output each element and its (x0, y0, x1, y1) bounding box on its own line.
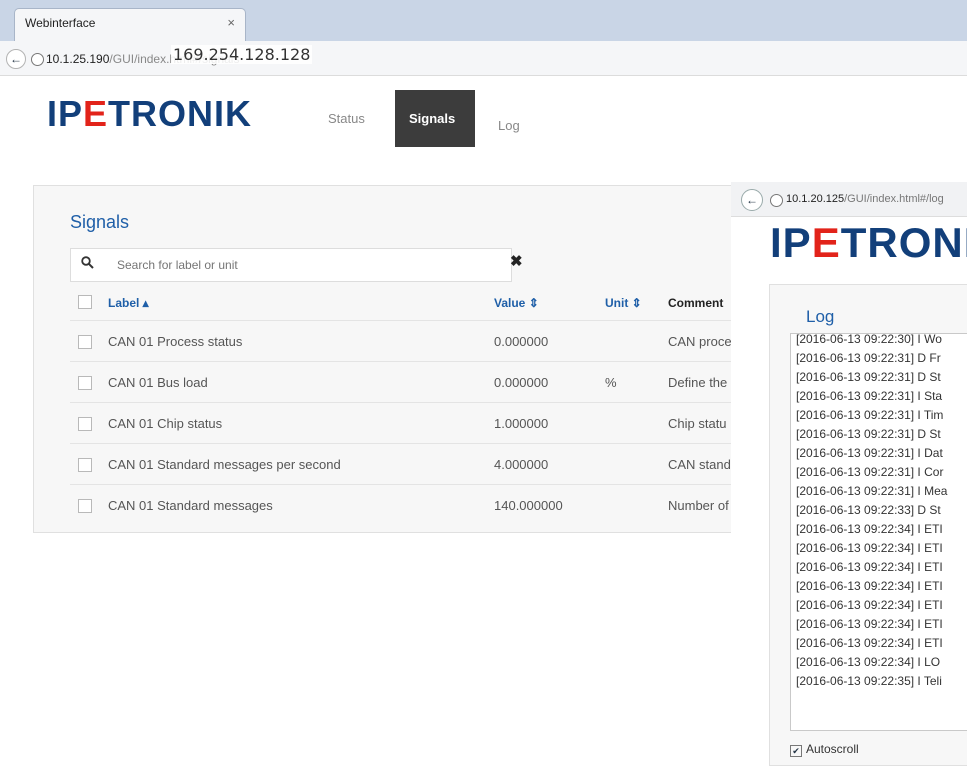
panel-title: Signals (70, 212, 130, 232)
signal-unit: % (605, 375, 617, 390)
log-address-bar: ← 10.1.20.125/GUI/index.html#/log (731, 182, 967, 217)
table-row[interactable]: CAN 01 Bus load 0.000000 % Define the (70, 361, 744, 403)
table-row[interactable]: CAN 01 Chip status 1.000000 Chip statu (70, 402, 744, 444)
log-line: [2016-06-13 09:22:34] I ETI (796, 617, 943, 631)
signals-panel: Signals ✖ Label ▴ Value ⇕ Unit ⇕ Comment… (33, 185, 745, 533)
signal-value: 1.000000 (494, 416, 549, 431)
address-bar: ← 10.1.25.190/GUI/index.html#/signals (0, 41, 967, 76)
globe-icon (31, 53, 44, 66)
signal-label: CAN 01 Bus load (108, 375, 208, 390)
log-line: [2016-06-13 09:22:31] D Fr (796, 351, 941, 365)
globe-icon (770, 194, 783, 207)
ip-address-overlay: 169.254.128.128 (171, 45, 313, 64)
signal-value: 0.000000 (494, 375, 549, 390)
browser-tab[interactable]: Webinterface × (14, 8, 246, 43)
table-row[interactable]: CAN 01 Standard messages 140.000000 Numb… (70, 484, 744, 526)
ipetronik-logo: IPETRONIK (47, 93, 253, 134)
ipetronik-logo: IPETRONI (770, 219, 967, 266)
log-textarea[interactable]: [2016-06-13 09:22:30] I Wo [2016-06-13 0… (790, 333, 967, 731)
column-header-label[interactable]: Label ▴ (108, 296, 149, 310)
select-all-checkbox[interactable] (78, 295, 92, 309)
signal-value: 140.000000 (494, 498, 563, 513)
log-line: [2016-06-13 09:22:34] I ETI (796, 636, 943, 650)
log-line: [2016-06-13 09:22:34] I ETI (796, 541, 943, 555)
signal-comment: CAN proce (668, 334, 732, 349)
signal-label: CAN 01 Chip status (108, 416, 223, 431)
signal-comment: Define the (668, 375, 728, 390)
autoscroll-label: Autoscroll (806, 742, 859, 756)
tab-title: Webinterface (25, 16, 96, 30)
signal-comment: CAN stand (668, 457, 731, 472)
signal-comment: Chip statu (668, 416, 727, 431)
log-line: [2016-06-13 09:22:31] I Tim (796, 408, 944, 422)
log-line: [2016-06-13 09:22:33] D St (796, 503, 941, 517)
browser-tabstrip: Webinterface × (0, 0, 967, 43)
column-header-value[interactable]: Value ⇕ (494, 296, 539, 310)
row-checkbox[interactable] (78, 417, 92, 431)
row-checkbox[interactable] (78, 376, 92, 390)
log-line: [2016-06-13 09:22:31] I Mea (796, 484, 948, 498)
log-line: [2016-06-13 09:22:34] I LO (796, 655, 941, 669)
signal-label: CAN 01 Process status (108, 334, 243, 349)
table-row[interactable]: CAN 01 Process status 0.000000 CAN proce (70, 320, 744, 362)
search-icon (81, 256, 94, 272)
table-row[interactable]: CAN 01 Standard messages per second 4.00… (70, 443, 744, 485)
log-panel: Log [2016-06-13 09:22:30] I Wo [2016-06-… (769, 284, 967, 766)
clear-search-icon[interactable]: ✖ (510, 252, 523, 270)
signal-comment: Number of (668, 498, 729, 513)
tab-close-icon[interactable]: × (227, 15, 235, 30)
url-host: 10.1.25.190 (46, 52, 110, 66)
url-host: 10.1.20.125 (786, 193, 845, 205)
signal-value: 0.000000 (494, 334, 549, 349)
signal-label: CAN 01 Standard messages (108, 498, 273, 513)
log-line: [2016-06-13 09:22:30] I Wo (796, 333, 942, 346)
column-header-comment: Comment (668, 296, 724, 310)
url-field[interactable]: 10.1.20.125/GUI/index.html#/log (786, 193, 944, 205)
signal-value: 4.000000 (494, 457, 549, 472)
log-line: [2016-06-13 09:22:31] I Sta (796, 389, 943, 403)
log-line: [2016-06-13 09:22:34] I ETI (796, 579, 943, 593)
back-arrow-icon[interactable]: ← (6, 49, 26, 69)
log-line: [2016-06-13 09:22:34] I ETI (796, 560, 943, 574)
log-line: [2016-06-13 09:22:31] D St (796, 370, 941, 384)
panel-title: Log (806, 307, 835, 326)
column-header-unit[interactable]: Unit ⇕ (605, 296, 642, 310)
autoscroll-toggle[interactable]: ✔ Autoscroll (790, 742, 859, 757)
nav-log[interactable]: Log (498, 118, 520, 133)
log-line: [2016-06-13 09:22:31] I Cor (796, 465, 944, 479)
log-line: [2016-06-13 09:22:35] I Teli (796, 674, 942, 688)
signal-label: CAN 01 Standard messages per second (108, 457, 341, 472)
row-checkbox[interactable] (78, 335, 92, 349)
log-line: [2016-06-13 09:22:34] I ETI (796, 522, 943, 536)
url-path: /GUI/index.html#/log (844, 193, 944, 205)
autoscroll-checkbox[interactable]: ✔ (790, 745, 802, 757)
search-input[interactable] (115, 254, 499, 276)
nav-signals-label: Signals (409, 111, 456, 126)
log-line: [2016-06-13 09:22:31] I Dat (796, 446, 943, 460)
row-checkbox[interactable] (78, 499, 92, 513)
nav-status[interactable]: Status (328, 111, 365, 126)
log-line: [2016-06-13 09:22:34] I ETI (796, 598, 943, 612)
nav-signals[interactable]: Signals (395, 90, 475, 147)
search-box (70, 248, 512, 282)
log-window: ← 10.1.20.125/GUI/index.html#/log IPETRO… (731, 182, 967, 766)
log-line: [2016-06-13 09:22:31] D St (796, 427, 941, 441)
table-header: Label ▴ Value ⇕ Unit ⇕ Comment (70, 286, 744, 320)
row-checkbox[interactable] (78, 458, 92, 472)
back-arrow-icon[interactable]: ← (741, 189, 763, 211)
